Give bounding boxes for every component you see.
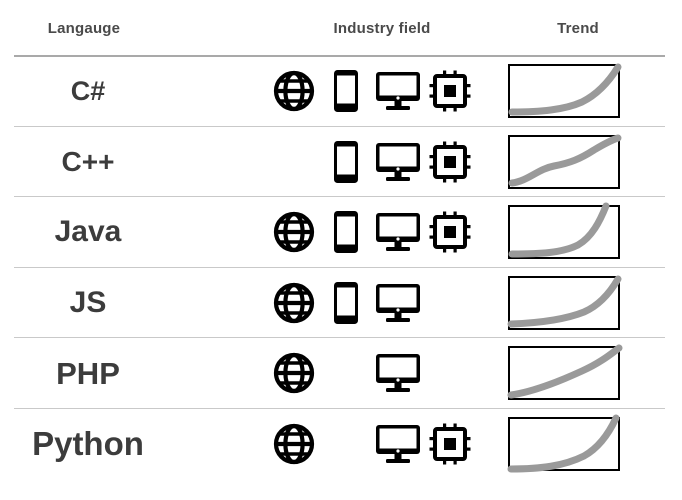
table-row: C++	[0, 127, 682, 198]
column-header-language: Langauge	[47, 20, 121, 37]
trend-cell	[507, 268, 648, 339]
language-name: C#	[70, 75, 106, 106]
icon-slot-empty	[424, 279, 476, 327]
trend-chart	[507, 414, 620, 473]
table-header: Langauge Industry field Trend	[0, 0, 682, 57]
language-name: PHP	[56, 355, 120, 391]
trend-cell	[507, 338, 648, 409]
trend-cell	[507, 409, 648, 480]
trend-chart	[508, 202, 620, 260]
table-row: JS	[0, 268, 682, 339]
chip-icon	[424, 67, 476, 115]
trend-chart	[508, 134, 622, 189]
column-header-industry-field: Industry field	[333, 20, 431, 37]
desktop-icon	[372, 349, 424, 397]
mobile-icon	[320, 138, 372, 186]
language-name: Java	[54, 215, 122, 249]
industry-field-icons	[268, 56, 498, 127]
globe-icon	[268, 279, 320, 327]
desktop-icon	[372, 279, 424, 327]
globe-icon	[268, 420, 320, 468]
mobile-icon	[320, 279, 372, 327]
chip-icon	[424, 208, 476, 256]
desktop-icon	[372, 138, 424, 186]
globe-icon	[268, 67, 320, 115]
desktop-icon	[372, 208, 424, 256]
table-body: C# C++ Java JS PHP Python	[0, 56, 682, 479]
table-row: PHP	[0, 338, 682, 409]
icon-slot-empty	[268, 138, 320, 186]
trend-chart	[508, 63, 622, 119]
desktop-icon	[372, 420, 424, 468]
language-name: JS	[69, 285, 107, 319]
mobile-icon	[320, 208, 372, 256]
globe-icon	[268, 208, 320, 256]
industry-field-icons	[268, 197, 498, 268]
trend-cell	[508, 56, 648, 127]
trend-cell	[508, 197, 648, 268]
industry-field-icons	[268, 268, 498, 339]
language-comparison-table: Langauge Industry field Trend C# C++ Java J…	[0, 0, 682, 500]
language-name: C++	[61, 145, 115, 177]
industry-field-icons	[268, 127, 498, 198]
trend-cell	[508, 127, 648, 198]
table-row: C#	[0, 56, 682, 127]
industry-field-icons	[268, 338, 498, 409]
mobile-icon	[320, 67, 372, 115]
trend-chart	[507, 275, 622, 330]
desktop-icon	[372, 67, 424, 115]
column-header-trend: Trend	[557, 20, 599, 37]
table-row: Java	[0, 197, 682, 268]
chip-icon	[424, 138, 476, 186]
globe-icon	[268, 349, 320, 397]
icon-slot-empty	[424, 349, 476, 397]
language-name: Python	[32, 425, 144, 463]
trend-chart	[507, 344, 623, 401]
icon-slot-empty	[320, 349, 372, 397]
industry-field-icons	[268, 409, 498, 480]
table-row: Python	[0, 409, 682, 480]
icon-slot-empty	[320, 420, 372, 468]
chip-icon	[424, 420, 476, 468]
